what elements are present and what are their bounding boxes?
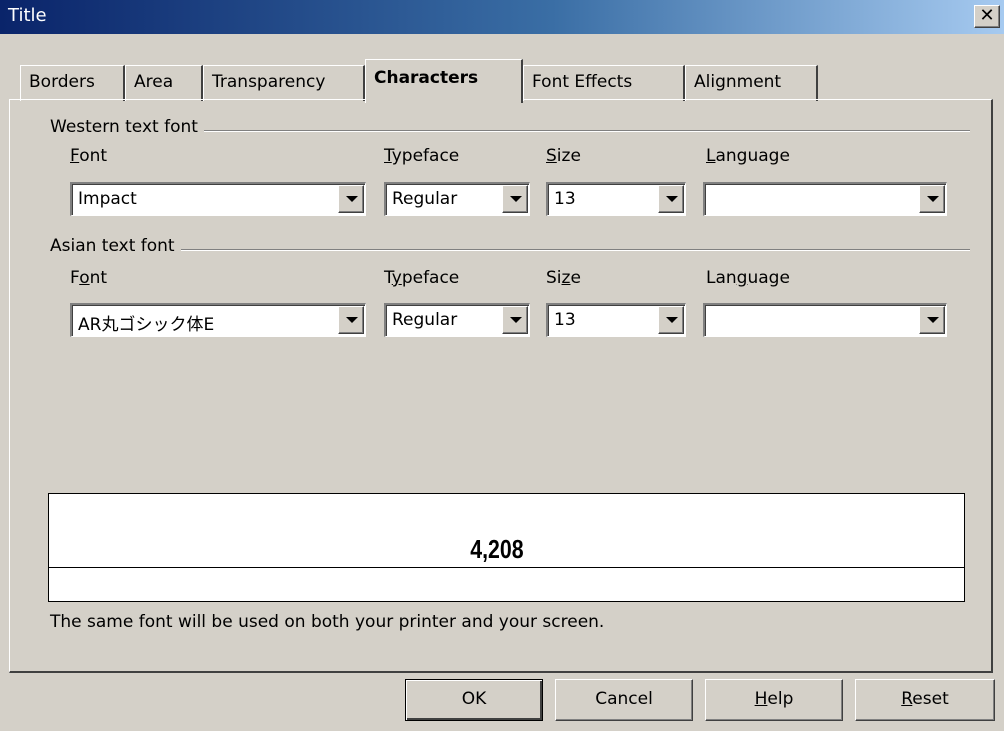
- ok-button[interactable]: OK: [405, 679, 543, 721]
- tab-alignment[interactable]: Alignment: [685, 65, 818, 101]
- help-button[interactable]: Help: [705, 679, 843, 721]
- window-title: Title: [8, 5, 47, 26]
- tab-transparency[interactable]: Transparency: [203, 65, 365, 101]
- tab-label: Borders: [29, 72, 95, 92]
- reset-button[interactable]: Reset: [855, 679, 995, 721]
- tab-label: Alignment: [694, 72, 782, 92]
- tab-label: Area: [134, 72, 174, 92]
- ok-button-label: OK: [461, 689, 487, 709]
- tab-characters[interactable]: Characters: [365, 59, 523, 103]
- tab-borders[interactable]: Borders: [20, 65, 125, 101]
- tab-area[interactable]: Area: [125, 65, 203, 101]
- tab-label: Font Effects: [532, 72, 633, 92]
- close-icon: ✕: [979, 5, 995, 26]
- western-font-heading: Western text font: [50, 117, 204, 137]
- asian-font-heading: Asian text font: [50, 236, 181, 256]
- tab-label: Transparency: [212, 72, 326, 92]
- tab-label: Characters: [374, 68, 479, 88]
- tab-panel: [9, 99, 993, 673]
- tab-font-effects[interactable]: Font Effects: [523, 65, 685, 101]
- close-button[interactable]: ✕: [974, 5, 1000, 28]
- help-button-label: Help: [754, 689, 794, 709]
- reset-button-label: Reset: [901, 689, 949, 709]
- cancel-button[interactable]: Cancel: [555, 679, 693, 721]
- cancel-button-label: Cancel: [595, 689, 653, 709]
- title-bar: Title ✕: [0, 0, 1004, 34]
